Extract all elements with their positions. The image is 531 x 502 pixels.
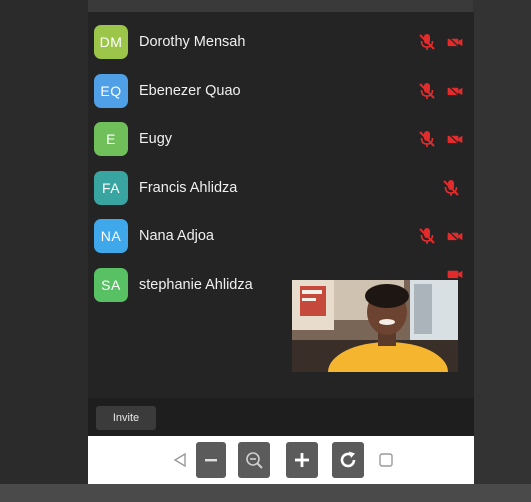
panel-footer: Invite	[88, 398, 474, 436]
participant-name: Eugy	[139, 131, 173, 147]
participant-name: Francis Ahlidza	[139, 180, 238, 196]
participant-name: Dorothy Mensah	[139, 34, 246, 50]
participant-row[interactable]: FA Francis Ahlidza	[88, 168, 474, 208]
camera-off-icon[interactable]	[446, 130, 464, 148]
mic-muted-icon[interactable]	[418, 227, 436, 245]
participant-row[interactable]: NA Nana Adjoa	[88, 216, 474, 256]
invite-button[interactable]: Invite	[96, 406, 156, 430]
minus-button[interactable]	[196, 442, 226, 478]
avatar: DM	[94, 25, 128, 59]
mic-muted-icon[interactable]	[442, 179, 460, 197]
back-triangle-icon[interactable]	[166, 446, 194, 474]
participant-row[interactable]: DM Dorothy Mensah	[88, 22, 474, 62]
participant-name: Ebenezer Quao	[139, 83, 241, 99]
video-frame	[292, 280, 458, 372]
zoom-out-button[interactable]	[238, 442, 270, 478]
avatar: SA	[94, 268, 128, 302]
participant-name: stephanie Ahlidza	[139, 277, 253, 293]
background-left	[0, 0, 88, 502]
zoom-toolbar	[88, 436, 474, 484]
plus-button[interactable]	[286, 442, 318, 478]
zoom-out-icon	[246, 452, 263, 469]
participant-row[interactable]: EQ Ebenezer Quao	[88, 71, 474, 111]
camera-off-icon[interactable]	[446, 227, 464, 245]
camera-off-icon[interactable]	[446, 33, 464, 51]
avatar: EQ	[94, 74, 128, 108]
minus-icon	[205, 459, 217, 462]
avatar: NA	[94, 219, 128, 253]
background-bottom	[0, 484, 531, 502]
self-video-thumbnail[interactable]	[292, 280, 458, 372]
background-right	[473, 0, 531, 502]
square-icon[interactable]	[372, 446, 400, 474]
plus-icon	[295, 453, 309, 467]
refresh-button[interactable]	[332, 442, 364, 478]
participant-row[interactable]: E Eugy	[88, 119, 474, 159]
participant-name: Nana Adjoa	[139, 228, 214, 244]
avatar: E	[94, 122, 128, 156]
mic-muted-icon[interactable]	[418, 130, 436, 148]
avatar: FA	[94, 171, 128, 205]
refresh-icon	[340, 451, 356, 468]
mic-muted-icon[interactable]	[418, 82, 436, 100]
mic-muted-icon[interactable]	[418, 33, 436, 51]
camera-off-icon[interactable]	[446, 82, 464, 100]
